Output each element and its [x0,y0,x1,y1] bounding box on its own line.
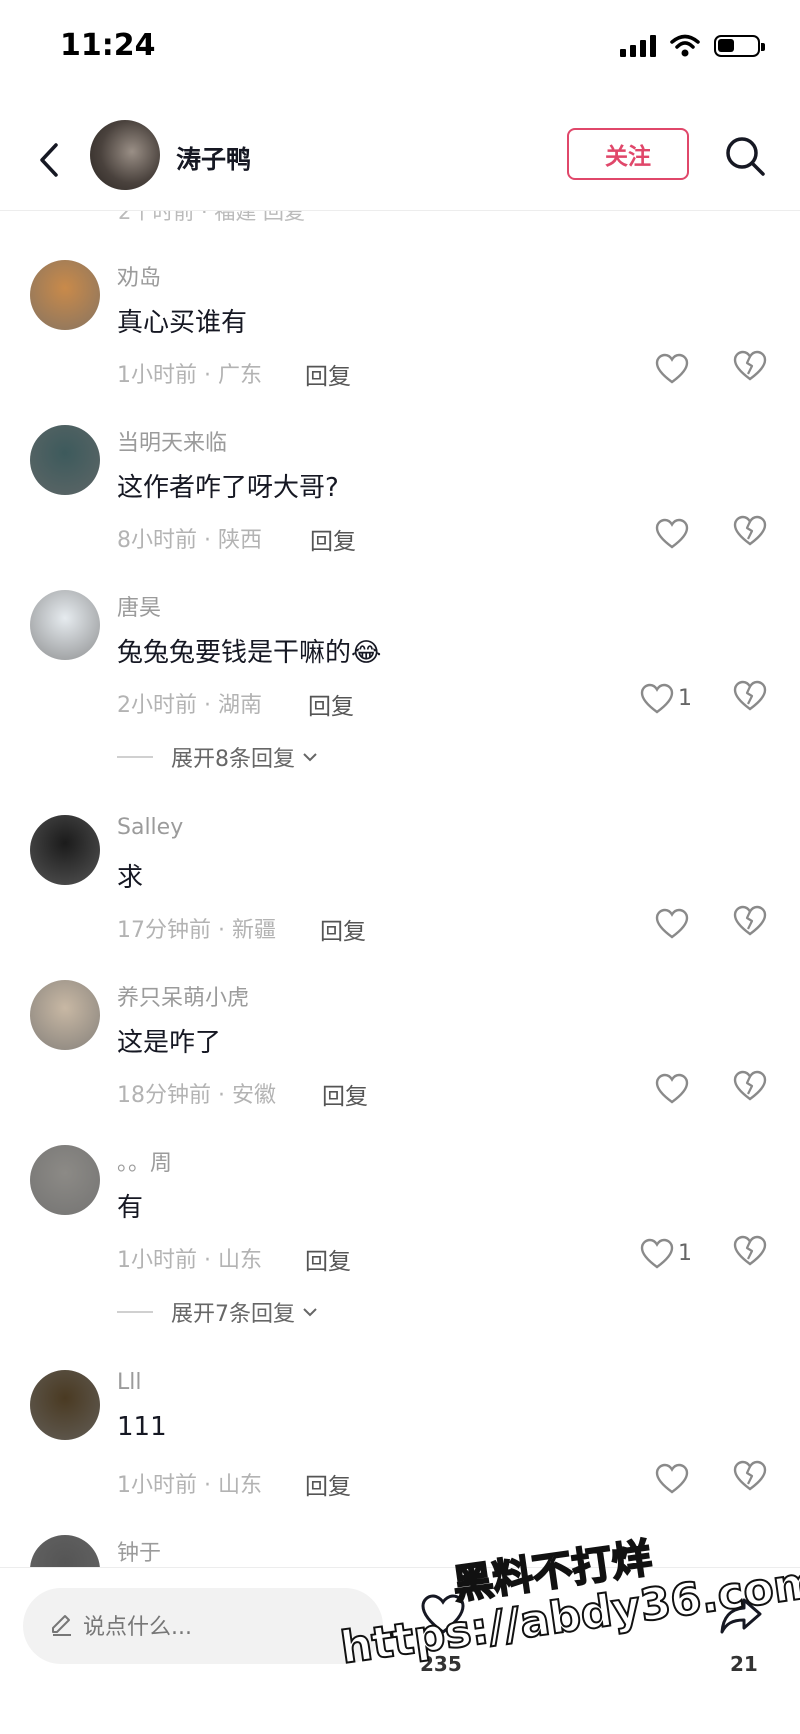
comment-input-pill[interactable] [23,1588,383,1664]
commenter-name[interactable]: Lll [117,1370,141,1395]
reply-button[interactable]: 回复 [305,1467,351,1501]
comment-text: 这是咋了 [117,1028,222,1058]
comment-meta: 8小时前 · 陕西 [117,528,262,553]
comment-text: 求 [117,863,144,893]
dislike-icon[interactable] [733,1235,771,1273]
comment-like-count: 1 [678,1241,692,1266]
comment-meta: 1小时前 · 山东 [117,1473,262,1498]
dislike-icon[interactable] [733,350,771,388]
dislike-icon[interactable] [733,680,771,718]
reply-button[interactable]: 回复 [320,912,366,946]
commenter-name[interactable]: 当明天来临 [117,425,227,457]
commenter-name[interactable]: Salley [117,815,183,840]
heart-icon[interactable] [640,680,678,718]
back-arrow-icon[interactable] [34,135,64,185]
author-name[interactable]: 涛子鸭 [176,140,251,176]
wifi-icon [670,34,700,57]
commenter-avatar[interactable] [30,815,100,885]
comment-meta: 1小时前 · 广东 [117,363,262,388]
battery-icon [714,35,765,57]
comment-text: 有 [117,1193,144,1223]
top-nav: 涛子鸭 关注 [0,110,800,211]
dislike-icon[interactable] [733,515,771,553]
reply-button[interactable]: 回复 [322,1077,368,1111]
commenter-name[interactable]: 。。周 [117,1145,172,1177]
commenter-avatar[interactable] [30,425,100,495]
divider [117,756,153,758]
comment-meta: 18分钟前 · 安徽 [117,1083,276,1108]
bottom-bar: 235 21 [0,1567,800,1734]
dislike-icon[interactable] [733,905,771,943]
reply-button[interactable]: 回复 [310,522,356,556]
commenter-avatar[interactable] [30,590,100,660]
dislike-icon[interactable] [733,1070,771,1108]
reply-button[interactable]: 回复 [308,687,354,721]
comment-text: 兔兔兔要钱是干嘛的😂 [117,638,382,668]
comment-text: 这作者咋了呀大哥? [117,473,339,503]
commenter-avatar[interactable] [30,260,100,330]
commenter-avatar[interactable] [30,1370,100,1440]
commenter-name[interactable]: 钟于 [117,1535,161,1567]
comment-text: 真心买谁有 [117,308,248,338]
comment-input[interactable] [81,1598,375,1656]
comment-like-count: 1 [678,686,692,711]
heart-icon[interactable] [655,515,693,553]
status-icons [620,34,765,58]
share-icon[interactable] [718,1592,764,1638]
status-bar: 11:24 [0,0,800,100]
reply-button[interactable]: 回复 [305,1242,351,1276]
search-icon[interactable] [722,133,768,179]
author-avatar[interactable] [90,120,160,190]
expand-replies-button[interactable]: 展开7条回复 [117,1296,319,1328]
commenter-name[interactable]: 唐昊 [117,590,161,622]
like-count: 235 [420,1652,462,1676]
expand-replies-button[interactable]: 展开8条回复 [117,741,319,773]
heart-icon[interactable] [640,1235,678,1273]
comment-meta: 1小时前 · 山东 [117,1248,262,1273]
reply-button[interactable]: 回复 [305,357,351,391]
comment-meta: 2小时前 · 湖南 [117,693,262,718]
dislike-icon[interactable] [733,1460,771,1498]
heart-icon[interactable] [655,350,693,388]
heart-icon[interactable] [655,1070,693,1108]
pencil-icon [52,1615,71,1636]
comment-meta: 17分钟前 · 新疆 [117,918,276,943]
commenter-name[interactable]: 劝岛 [117,260,161,292]
expand-replies-label: 展开8条回复 [171,747,295,772]
chevron-down-icon [295,1300,319,1325]
heart-icon[interactable] [655,905,693,943]
comment-text: 111 [117,1412,167,1442]
heart-icon[interactable] [655,1460,693,1498]
commenter-avatar[interactable] [30,980,100,1050]
commenter-avatar[interactable] [30,1145,100,1215]
follow-button[interactable]: 关注 [567,128,689,180]
like-icon[interactable] [420,1592,466,1638]
status-time: 11:24 [60,28,156,63]
divider [117,1311,153,1313]
chevron-down-icon [295,745,319,770]
share-count: 21 [730,1652,758,1676]
commenter-name[interactable]: 养只呆萌小虎 [117,980,249,1012]
signal-icon [620,35,656,57]
expand-replies-label: 展开7条回复 [171,1302,295,1327]
